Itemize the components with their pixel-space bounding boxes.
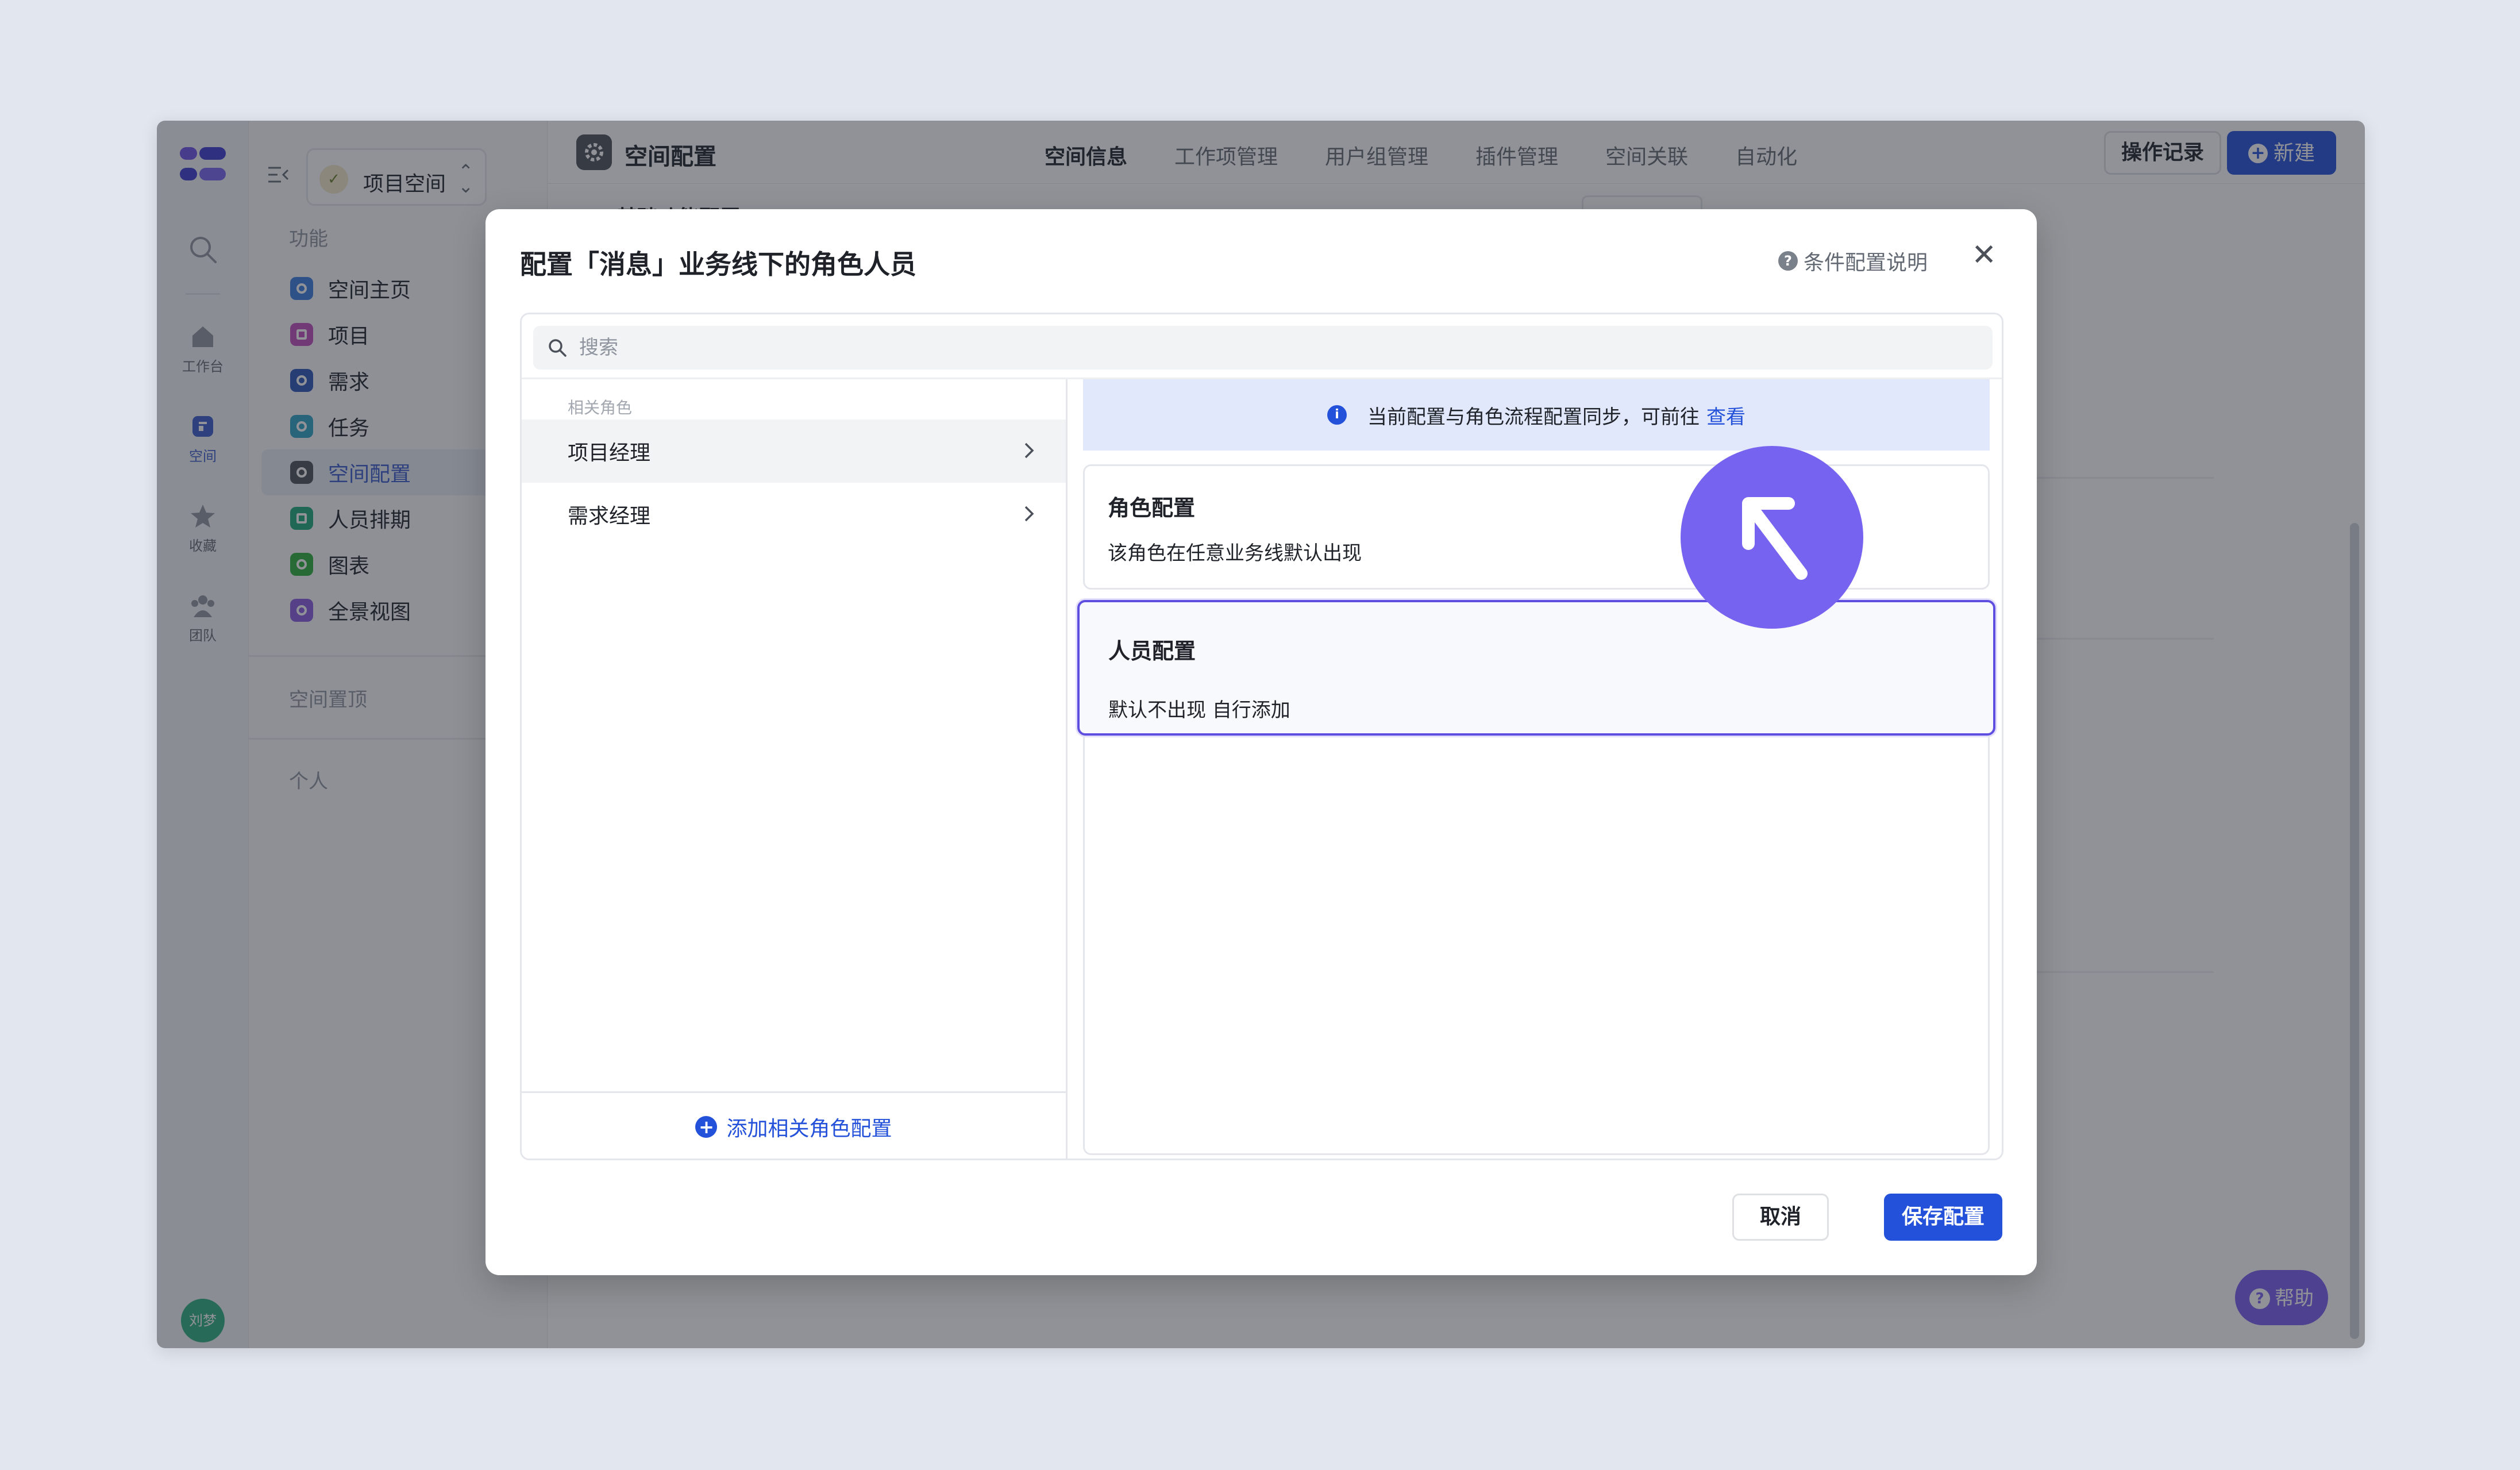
question-icon: ? [1778,251,1798,271]
view-link[interactable]: 查看 [1706,401,1745,429]
pointer-arrow-icon [1742,497,1808,580]
card-title: 角色配置 [1108,495,1196,521]
condition-help-label: 条件配置说明 [1803,251,1928,275]
cursor-highlight [1681,446,1863,629]
card-description: 该角色在任意业务线默认出现 [1108,542,1362,565]
add-role-label: 添加相关角色配置 [726,1117,892,1141]
condition-help-link[interactable]: ? 条件配置说明 [1778,246,1928,276]
config-detail-pane: i 当前配置与角色流程配置同步，可前往 查看 角色配置 该角色在任意业务线默认出… [1069,379,2003,1160]
role-config-dialog: 配置「消息」业务线下的角色人员 ? 条件配置说明 ✕ 相关角色 项目经理 需求经… [485,209,2037,1275]
search-icon [549,339,567,357]
plus-circle-icon: + [695,1115,718,1138]
info-icon: i [1327,405,1347,425]
save-config-button[interactable]: 保存配置 [1884,1194,2002,1241]
chevron-right-icon [1024,506,1034,522]
role-item-requirement-manager[interactable]: 需求经理 [522,483,1066,546]
card-description: 默认不出现 自行添加 [1108,699,1290,722]
notice-text: 当前配置与角色流程配置同步，可前往 [1367,405,1700,429]
dialog-title: 配置「消息」业务线下的角色人员 [520,249,916,280]
role-label: 需求经理 [568,505,651,528]
empty-config-area [1083,736,1990,1155]
sync-notice: i 当前配置与角色流程配置同步，可前往 查看 [1083,379,1990,451]
chevron-right-icon [1024,442,1034,459]
role-list-pane: 相关角色 项目经理 需求经理 + 添加相关角色配置 [522,379,1068,1160]
role-label: 项目经理 [568,441,651,465]
card-title: 人员配置 [1108,638,1196,664]
config-panel: 相关角色 项目经理 需求经理 + 添加相关角色配置 i 当前配置与角色流程配置同… [520,313,2003,1160]
close-icon[interactable]: ✕ [1971,238,1997,272]
add-role-config-button[interactable]: + 添加相关角色配置 [522,1091,1066,1160]
search-input[interactable] [579,326,1958,370]
search-bar [533,326,1993,370]
role-item-project-manager[interactable]: 项目经理 [522,420,1066,483]
cancel-button[interactable]: 取消 [1732,1194,1829,1241]
roles-heading: 相关角色 [568,398,633,417]
